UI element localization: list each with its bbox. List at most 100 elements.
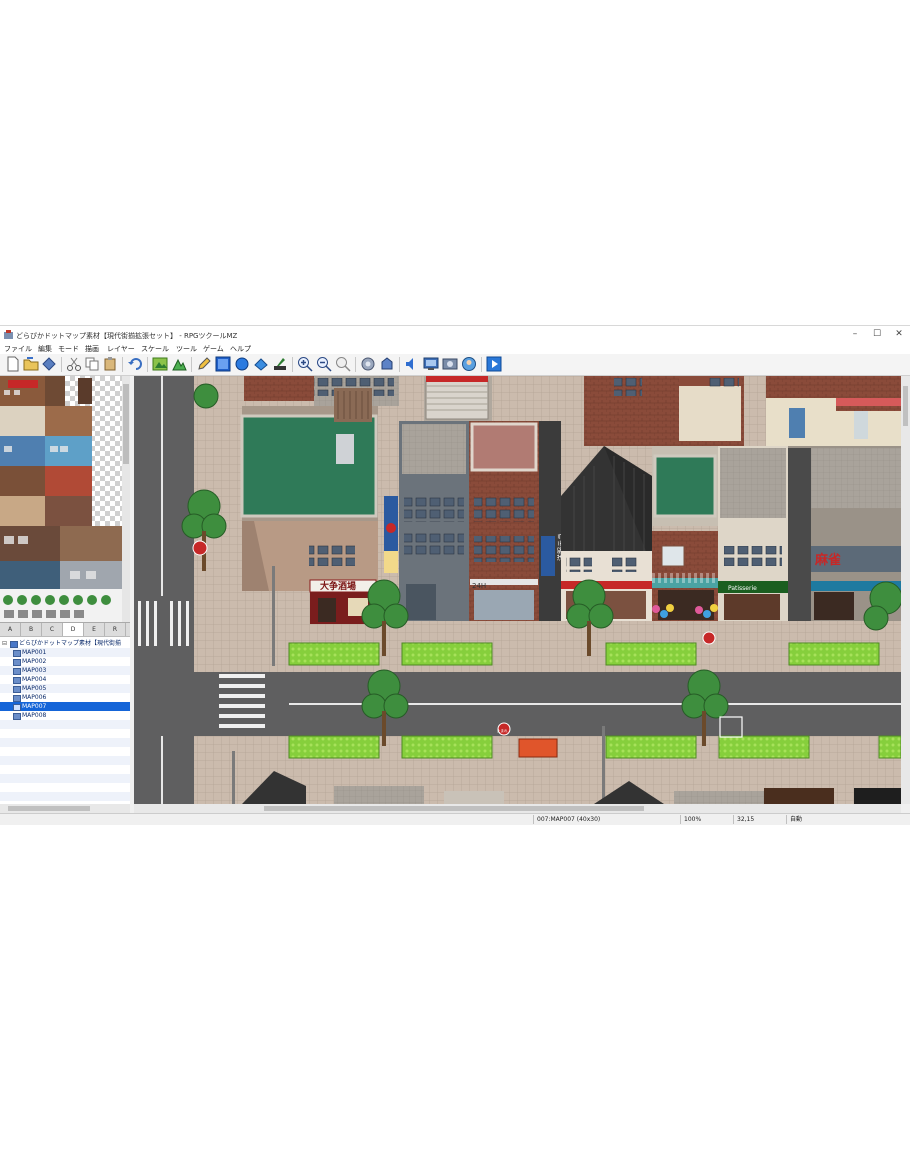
tree-map-row-selected[interactable]: MAP007 [0, 702, 130, 711]
sake-shop-sign: 大争酒場 [320, 580, 356, 592]
map-canvas[interactable]: 大争酒場 24H 洋服テラ [134, 376, 901, 804]
map-icon [13, 704, 21, 711]
open-icon[interactable] [23, 356, 39, 372]
map-scene[interactable]: 大争酒場 24H 洋服テラ [134, 376, 901, 804]
tree-map-row[interactable]: MAP006 [0, 693, 130, 702]
rpg-maker-window: どらぴかドットマップ素材【現代街揃拡張セット】 - RPGツクールMZ – ☐ … [0, 325, 910, 825]
minimize-button[interactable]: – [845, 328, 865, 341]
tab-c[interactable]: C [42, 623, 63, 636]
ellipse-icon[interactable] [234, 356, 250, 372]
palette-scrollbar[interactable] [122, 376, 130, 622]
status-coords: 32,15 [733, 815, 785, 824]
map-tree: ⊟ どらぴかドットマップ素材【現代街揃 MAP001 MAP002 MAP003… [0, 636, 130, 805]
tree-map-row[interactable]: MAP003 [0, 666, 130, 675]
map-hscroll-thumb[interactable] [264, 806, 644, 811]
copy-icon[interactable] [84, 356, 100, 372]
map-horizontal-scrollbar[interactable] [134, 804, 901, 813]
tree-map-row[interactable]: MAP002 [0, 657, 130, 666]
tree-project-row[interactable]: ⊟ どらぴかドットマップ素材【現代街揃 [0, 639, 130, 648]
menu-file[interactable]: ファイル [4, 344, 32, 354]
map-label: MAP007 [22, 703, 47, 710]
zoom-in-icon[interactable] [297, 356, 313, 372]
menu-bar: ファイル 編集 モード 描画 レイヤー スケール ツール ゲーム ヘルプ [0, 343, 910, 354]
tree-scroll-thumb[interactable] [8, 806, 90, 811]
mahjong-sign: 麻雀 [814, 552, 841, 568]
tree-empty-row [0, 756, 130, 765]
event-mode-icon[interactable] [171, 356, 187, 372]
map-icon [13, 668, 21, 675]
tree-horizontal-scrollbar[interactable] [0, 804, 130, 813]
app-icon [4, 330, 13, 339]
collapse-icon[interactable]: ⊟ [2, 639, 7, 648]
hours-sign: 24H [472, 582, 486, 590]
map-vscroll-thumb[interactable] [903, 386, 908, 426]
palette-tabs: A B C D E R [0, 622, 130, 637]
map-icon [13, 677, 21, 684]
palette-scroll-thumb[interactable] [123, 384, 129, 464]
map-icon [13, 686, 21, 693]
paste-icon[interactable] [102, 356, 118, 372]
zoom-reset-icon[interactable] [335, 356, 351, 372]
plugin-icon[interactable] [379, 356, 395, 372]
tree-map-row[interactable]: MAP004 [0, 675, 130, 684]
patisserie-sign: Patisserie [728, 585, 757, 592]
status-bar: 007:MAP007 (40x30) 100% 32,15 自動 [0, 813, 910, 825]
tree-map-row[interactable]: MAP001 [0, 648, 130, 657]
toolbar [0, 354, 910, 376]
map-mode-icon[interactable] [152, 356, 168, 372]
tileset-preview[interactable] [0, 376, 122, 622]
map-label: MAP008 [22, 712, 47, 719]
map-label: MAP003 [22, 667, 47, 674]
status-zoom: 100% [680, 815, 730, 824]
map-icon [13, 713, 21, 720]
database-icon[interactable] [360, 356, 376, 372]
character-generator-icon[interactable] [461, 356, 477, 372]
map-label: MAP002 [22, 658, 47, 665]
save-icon[interactable] [41, 356, 57, 372]
menu-game[interactable]: ゲーム [203, 344, 224, 354]
menu-layer[interactable]: レイヤー [107, 344, 135, 354]
status-map: 007:MAP007 (40x30) [533, 815, 677, 824]
tab-b[interactable]: B [21, 623, 42, 636]
status-mode: 自動 [786, 815, 900, 824]
new-icon[interactable] [5, 356, 21, 372]
menu-mode[interactable]: モード [58, 344, 79, 354]
tile-palette[interactable] [0, 376, 122, 622]
menu-scale[interactable]: スケール [141, 344, 169, 354]
menu-edit[interactable]: 編集 [38, 344, 52, 354]
map-icon [13, 695, 21, 702]
playtest-icon[interactable] [486, 356, 502, 372]
close-button[interactable]: ✕ [889, 328, 909, 341]
map-label: MAP005 [22, 685, 47, 692]
resource-manager-icon[interactable] [442, 356, 458, 372]
undo-icon[interactable] [127, 356, 143, 372]
cut-icon[interactable] [66, 356, 82, 372]
tree-map-row[interactable]: MAP005 [0, 684, 130, 693]
sound-test-icon[interactable] [404, 356, 420, 372]
map-icon [13, 659, 21, 666]
zoom-out-icon[interactable] [316, 356, 332, 372]
tab-e[interactable]: E [84, 623, 105, 636]
tree-map-row[interactable]: MAP008 [0, 711, 130, 720]
tree-empty-row [0, 792, 130, 801]
event-search-icon[interactable] [423, 356, 439, 372]
pencil-icon[interactable] [196, 356, 212, 372]
map-icon [13, 650, 21, 657]
map-vertical-scrollbar[interactable] [901, 376, 910, 804]
menu-tools[interactable]: ツール [176, 344, 197, 354]
rectangle-icon[interactable] [215, 356, 231, 372]
shadow-pen-icon[interactable] [272, 356, 288, 372]
tab-a[interactable]: A [0, 623, 21, 636]
project-name: どらぴかドットマップ素材【現代街揃 [19, 640, 122, 647]
fill-icon[interactable] [253, 356, 269, 372]
map-label: MAP001 [22, 649, 47, 656]
project-icon [10, 641, 18, 648]
menu-draw[interactable]: 描画 [85, 344, 99, 354]
tab-r[interactable]: R [105, 623, 126, 636]
tree-empty-row [0, 774, 130, 783]
stop-sign: 止まれ [497, 728, 508, 733]
tree-empty-row [0, 720, 130, 729]
maximize-button[interactable]: ☐ [867, 328, 887, 341]
tab-d[interactable]: D [63, 623, 84, 636]
menu-help[interactable]: ヘルプ [230, 344, 251, 354]
